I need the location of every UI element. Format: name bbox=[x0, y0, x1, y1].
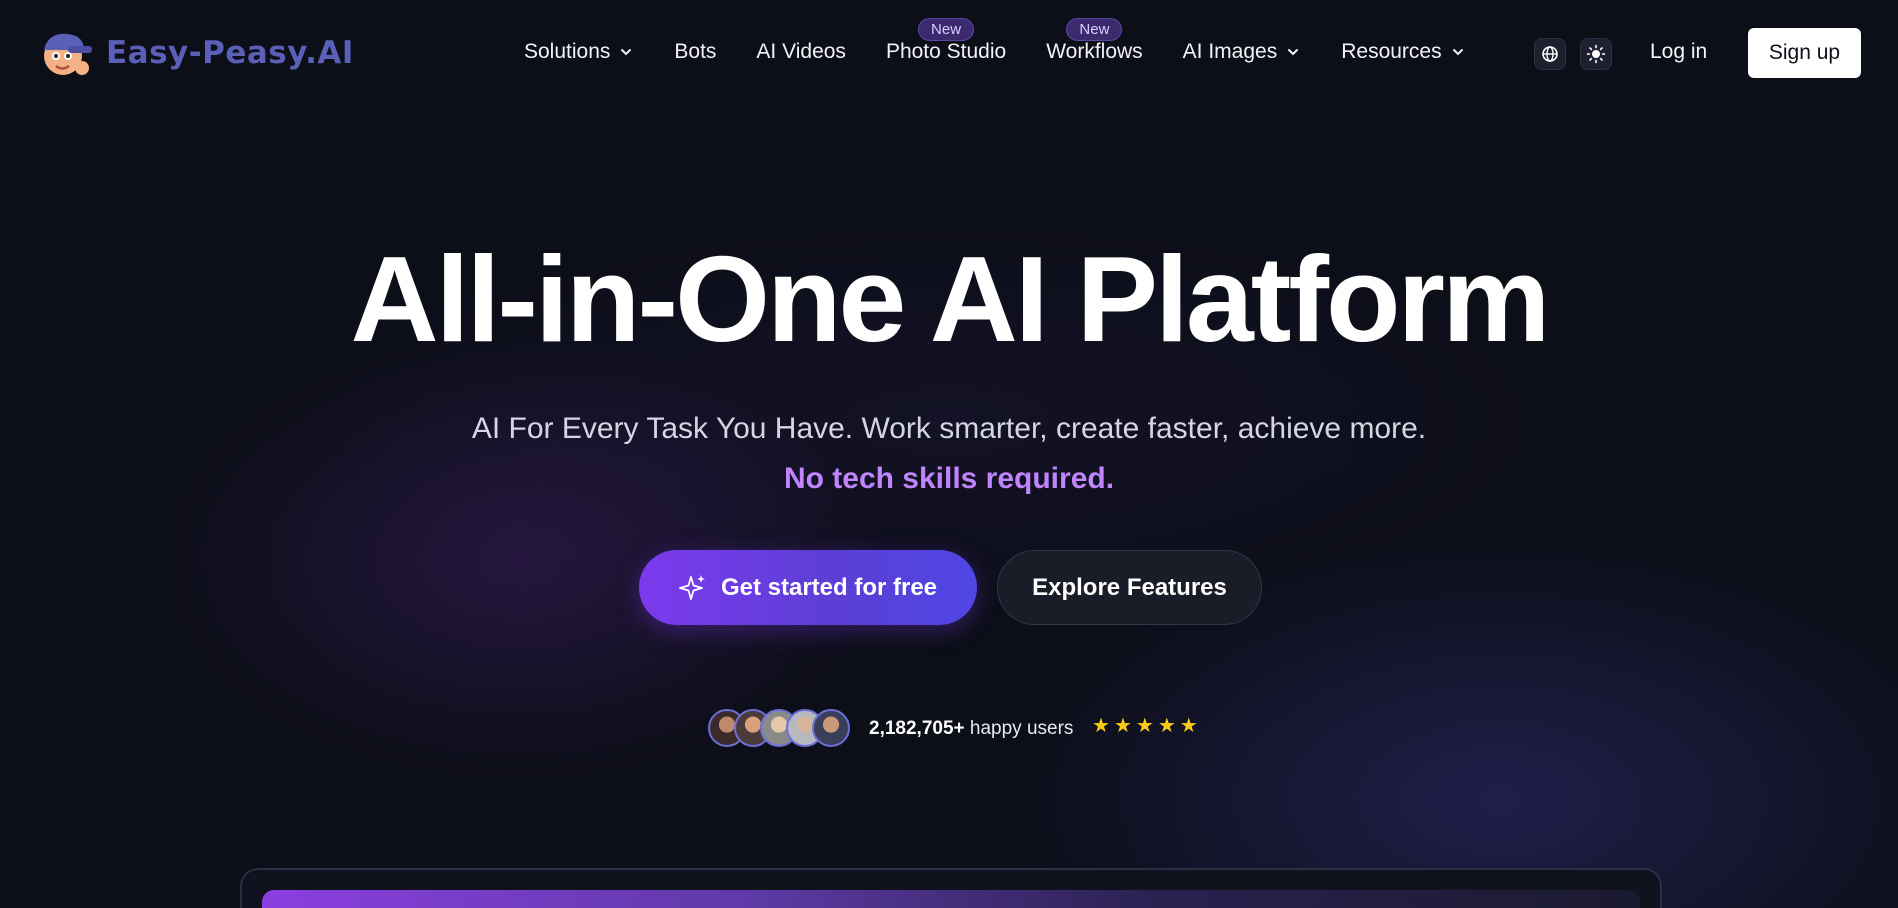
nav-item-label: Resources bbox=[1341, 40, 1442, 63]
nav-item-resources[interactable]: Resources bbox=[1341, 40, 1465, 64]
avatar bbox=[812, 709, 850, 747]
star-icon: ★ bbox=[1135, 713, 1154, 737]
nav-item-label: AI Videos bbox=[756, 40, 846, 63]
login-link[interactable]: Log in bbox=[1650, 40, 1707, 64]
happy-users-count: 2,182,705+ happy users bbox=[869, 718, 1073, 740]
primary-nav: Solutions Bots AI Videos New Photo Studi… bbox=[524, 18, 1466, 68]
brand-logo[interactable]: Easy-Peasy.AI bbox=[38, 28, 354, 78]
product-preview-banner bbox=[262, 890, 1640, 908]
nav-item-ai-images[interactable]: AI Images bbox=[1183, 40, 1302, 64]
chevron-down-icon bbox=[1452, 49, 1463, 56]
nav-item-label: Workflows bbox=[1046, 40, 1143, 63]
brand-name: Easy-Peasy.AI bbox=[106, 35, 354, 71]
nav-item-bots[interactable]: Bots bbox=[674, 40, 716, 64]
sparkle-icon bbox=[679, 574, 705, 600]
theme-toggle-button[interactable] bbox=[1580, 38, 1612, 70]
nav-item-label: AI Images bbox=[1182, 40, 1278, 63]
landing-page: Easy-Peasy.AI Solutions Bots AI Videos N… bbox=[0, 0, 1898, 908]
top-navbar: Easy-Peasy.AI Solutions Bots AI Videos N… bbox=[0, 0, 1898, 106]
language-button[interactable] bbox=[1534, 38, 1566, 70]
hero-title: All-in-One AI Platform bbox=[350, 231, 1551, 367]
nav-item-label: Photo Studio bbox=[885, 40, 1007, 63]
user-avatars bbox=[708, 709, 850, 749]
get-started-button[interactable]: Get started for free bbox=[639, 550, 977, 625]
user-count-suffix: happy users bbox=[969, 718, 1074, 739]
mascot-logo-icon bbox=[38, 28, 96, 78]
nav-item-photo-studio[interactable]: New Photo Studio bbox=[885, 18, 1007, 64]
nav-item-label: Solutions bbox=[524, 40, 611, 63]
signup-button[interactable]: Sign up bbox=[1748, 28, 1861, 78]
user-count: 2,182,705+ bbox=[869, 718, 965, 739]
hero-subtitle: AI For Every Task You Have. Work smarter… bbox=[471, 412, 1427, 445]
nav-item-ai-videos[interactable]: AI Videos bbox=[756, 40, 846, 64]
chevron-down-icon bbox=[1288, 49, 1299, 56]
nav-item-workflows[interactable]: New Workflows bbox=[1046, 18, 1143, 64]
get-started-label: Get started for free bbox=[720, 573, 938, 601]
sun-icon bbox=[1586, 44, 1606, 64]
explore-features-button[interactable]: Explore Features bbox=[997, 550, 1262, 625]
new-badge: New bbox=[1066, 18, 1123, 41]
rating-stars: ★ ★ ★ ★ ★ bbox=[1092, 715, 1198, 735]
star-icon: ★ bbox=[1157, 713, 1176, 737]
nav-item-label: Bots bbox=[674, 40, 717, 63]
explore-features-label: Explore Features bbox=[1032, 573, 1227, 601]
nav-item-solutions[interactable]: Solutions bbox=[524, 40, 634, 64]
globe-icon bbox=[1542, 46, 1558, 62]
star-icon: ★ bbox=[1092, 713, 1110, 737]
star-icon: ★ bbox=[1113, 713, 1132, 737]
star-icon: ★ bbox=[1179, 713, 1198, 737]
hero-accent-text: No tech skills required. bbox=[783, 462, 1115, 495]
chevron-down-icon bbox=[621, 49, 632, 56]
new-badge: New bbox=[918, 18, 975, 41]
